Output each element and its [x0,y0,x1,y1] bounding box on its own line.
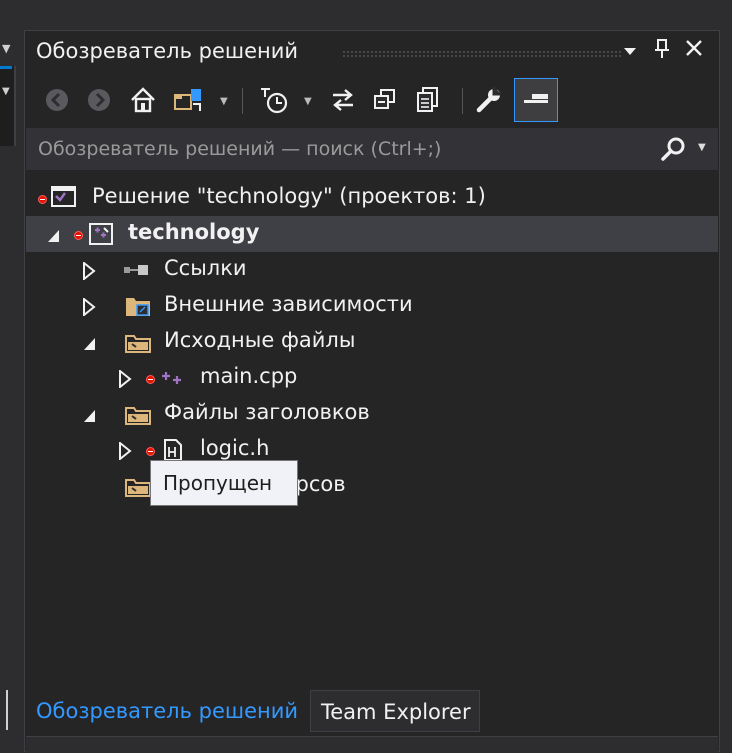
tab-label: Обозреватель решений [36,699,299,723]
solution-label: Решение "technology" (проектов: 1) [92,184,486,208]
cpp-project-icon [88,222,114,246]
tree-item-label: Внешние зависимости [164,292,413,316]
collapsed-arrow-icon[interactable] [82,296,98,318]
tree-solution-node[interactable]: Решение "technology" (проектов: 1) [26,180,718,216]
toolbar: ▼ ▼ [24,76,720,126]
tooltip-text: Пропущен [163,471,273,495]
show-all-files-icon[interactable] [412,82,446,118]
project-label: technology [128,220,260,244]
home-icon[interactable] [126,82,160,118]
chevron-down-icon[interactable]: ▼ [304,96,312,107]
tree-item-source-files[interactable]: Исходные файлы [26,324,718,360]
expanded-arrow-icon[interactable] [46,225,62,243]
filter-folder-icon [124,402,151,426]
chevron-down-icon[interactable]: ▼ [2,86,10,97]
status-strip [26,736,718,753]
search-options-chevron-icon[interactable]: ▼ [698,142,706,153]
search-placeholder: Обозреватель решений — поиск (Ctrl+;) [38,138,442,160]
collapse-all-icon[interactable] [368,82,402,118]
tree-item-label: logic.h [200,436,270,460]
error-indicator-icon [38,195,47,204]
bottom-tab-strip: Обозреватель решений Team Explorer [26,690,718,734]
pending-changes-icon[interactable] [258,82,292,118]
collapsed-arrow-icon[interactable] [82,260,98,282]
collapsed-arrow-icon[interactable] [118,440,134,462]
tree-item-header-files[interactable]: Файлы заголовков [26,396,718,432]
tab-solution-explorer[interactable]: Обозреватель решений [26,690,308,732]
tree-item-label: main.cpp [200,364,298,388]
back-arrow-icon[interactable] [40,82,74,118]
tree-item-label: Ссылки [164,256,247,280]
tree-item-label: Файлы заголовков [164,400,370,424]
chevron-down-icon[interactable]: ▼ [2,42,10,55]
error-indicator-icon [146,375,155,384]
editor-scroll-edge [0,66,16,146]
toolbar-separator [242,88,243,114]
sync-icon[interactable] [326,82,360,118]
expanded-arrow-icon[interactable] [82,405,98,423]
references-icon [122,260,148,284]
switch-views-icon[interactable] [172,82,206,118]
wrench-icon[interactable] [472,82,506,118]
tree-item-label: Исходные файлы [164,328,356,352]
expanded-arrow-icon[interactable] [82,333,98,351]
folder-icon [124,294,150,318]
accent-bar [0,66,12,69]
filter-folder-icon [124,474,151,498]
tab-team-explorer[interactable]: Team Explorer [310,690,480,732]
close-icon[interactable] [680,38,708,66]
chevron-down-icon[interactable]: ▼ [220,96,228,107]
panel-title: Обозреватель решений [36,39,299,63]
panel-titlebar: Обозреватель решений [24,30,720,74]
tree-item-main-cpp[interactable]: main.cpp [26,360,718,396]
tree-item-resource-files[interactable]: Файлы ресурсов [26,468,718,504]
error-indicator-icon [74,231,83,240]
tree-item-logic-h[interactable]: logic.h [26,432,718,468]
preview-icon[interactable] [514,78,558,122]
collapsed-arrow-icon[interactable] [118,368,134,390]
toolbar-separator [462,88,463,114]
pin-icon[interactable] [648,38,676,66]
tree-item-references[interactable]: Ссылки [26,252,718,288]
tooltip: Пропущен [150,460,298,506]
search-input[interactable]: Обозреватель решений — поиск (Ctrl+;) ▼ [26,128,718,170]
solution-icon [50,184,76,208]
tab-label: Team Explorer [321,700,471,724]
error-indicator-icon [146,447,155,456]
tree-project-node[interactable]: technology [26,216,718,252]
drag-grip[interactable] [342,50,622,58]
divider [6,690,8,730]
tree-item-external-dependencies[interactable]: Внешние зависимости [26,288,718,324]
window-position-dropdown-icon[interactable] [616,38,644,66]
header-file-icon [162,438,188,462]
filter-folder-icon [124,330,151,354]
forward-arrow-icon[interactable] [82,82,116,118]
search-icon[interactable] [660,136,688,166]
cpp-file-icon [160,368,186,392]
left-docked-panel-edge: ▼ ▼ [0,0,22,752]
